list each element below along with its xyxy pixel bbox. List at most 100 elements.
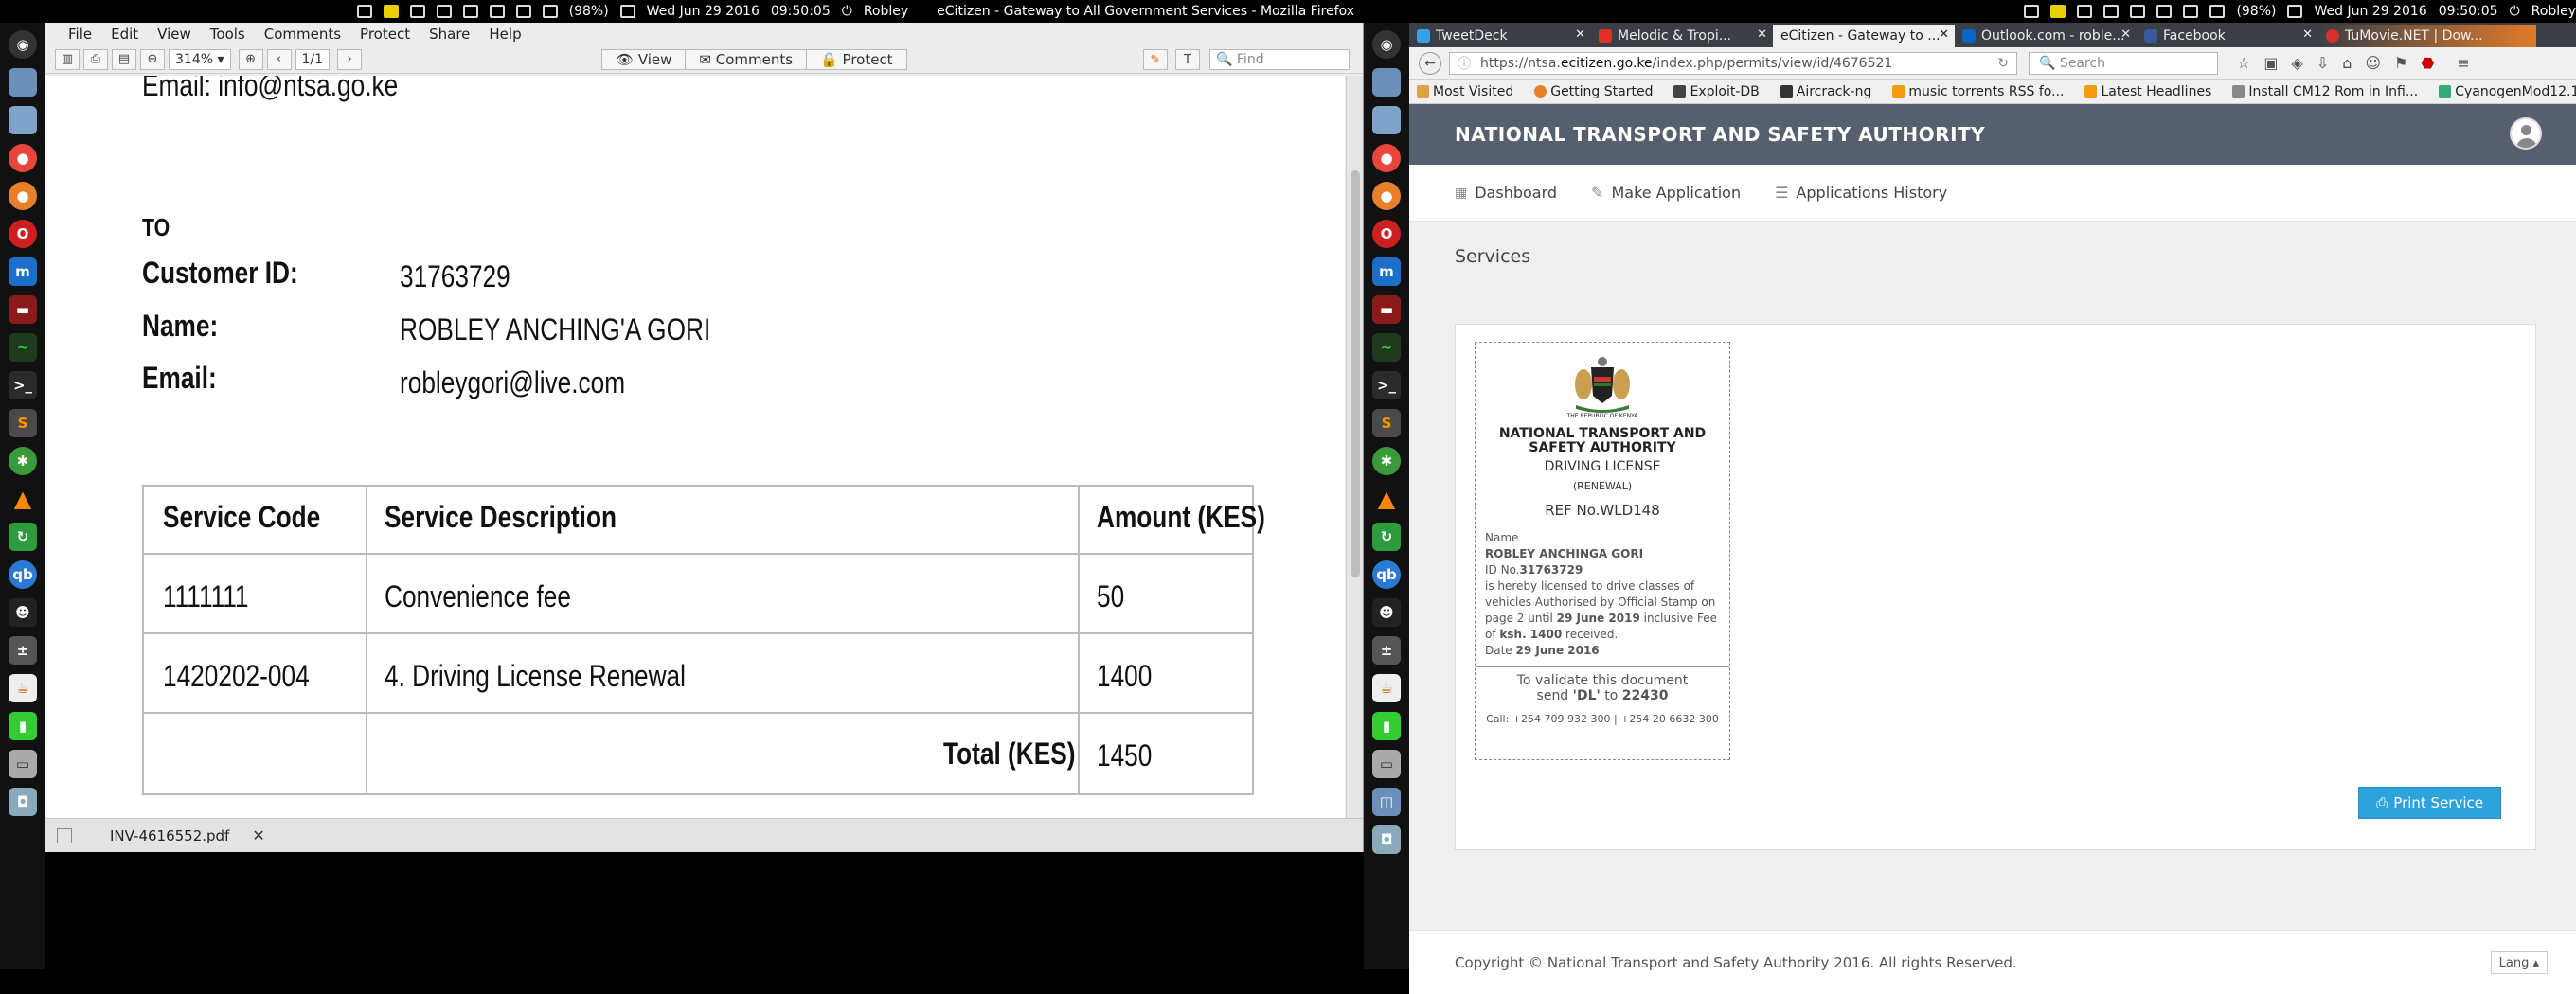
bluetooth-icon[interactable]: [2156, 5, 2172, 18]
screenshot-icon[interactable]: ◫: [1372, 788, 1401, 816]
site-info-icon[interactable]: ⓘ: [1458, 54, 1471, 73]
updater-icon[interactable]: ↻: [9, 523, 37, 551]
menu-file[interactable]: File: [59, 26, 101, 43]
system-tray-right[interactable]: (98%) Wed Jun 29 2016 09:50:05 ⏻ Robley: [2014, 4, 2576, 19]
close-icon[interactable]: ✕: [1757, 27, 1767, 42]
window-icon[interactable]: [463, 5, 478, 18]
menu-help[interactable]: Help: [479, 26, 530, 43]
battery-icon[interactable]: [2209, 5, 2225, 18]
qbittorrent-icon[interactable]: qb: [1372, 560, 1401, 589]
notes-icon[interactable]: [384, 5, 399, 18]
chrome-icon[interactable]: ●: [9, 144, 37, 172]
system-monitor-icon[interactable]: ~: [9, 333, 37, 362]
menu-edit[interactable]: Edit: [101, 26, 148, 43]
sublime-icon[interactable]: S: [1372, 409, 1401, 437]
updater-icon[interactable]: ↻: [1372, 523, 1401, 551]
ubuntu-logo-icon[interactable]: ◉: [1372, 30, 1401, 59]
robot-icon[interactable]: ◘: [1372, 825, 1401, 854]
zoom-out-icon[interactable]: ⊖: [140, 49, 165, 70]
vlc-icon[interactable]: ▲: [9, 485, 37, 513]
power-icon[interactable]: ⏻: [2510, 4, 2520, 19]
pocket-icon[interactable]: ◈: [2291, 54, 2302, 72]
window-icon[interactable]: [2130, 5, 2145, 18]
volume-icon[interactable]: [620, 5, 635, 18]
back-icon[interactable]: ←: [1419, 52, 1441, 75]
site-title[interactable]: NATIONAL TRANSPORT AND SAFETY AUTHORITY: [1455, 123, 1985, 146]
bell-icon[interactable]: [2183, 5, 2198, 18]
next-page-icon[interactable]: ›: [337, 49, 362, 70]
menu-comments[interactable]: Comments: [255, 26, 350, 43]
view-mode-button[interactable]: 👁 View: [602, 50, 686, 69]
sidebar-toggle-icon[interactable]: ▥: [55, 49, 80, 70]
system-tray-left[interactable]: (98%) Wed Jun 29 2016 09:50:05 ⏻ Robley …: [348, 4, 1354, 19]
menu-protect[interactable]: Protect: [350, 26, 420, 43]
bell-icon[interactable]: [516, 5, 531, 18]
panel-date[interactable]: Wed Jun 29 2016: [647, 4, 760, 19]
qbittorrent-icon[interactable]: qb: [9, 560, 37, 589]
menu-share[interactable]: Share: [420, 26, 479, 43]
url-bar[interactable]: ⓘ https://ntsa.ecitizen.go.ke/index.php/…: [1449, 52, 2017, 75]
zoom-in-icon[interactable]: ⊕: [239, 49, 263, 70]
protect-mode-button[interactable]: 🔒 Protect: [807, 50, 906, 69]
find-input[interactable]: 🔍 Find: [1209, 49, 1350, 70]
zoom-select[interactable]: 314% ▾: [169, 49, 231, 70]
calculator-icon[interactable]: ±: [9, 636, 37, 665]
download-icon[interactable]: ⇩: [2317, 54, 2329, 72]
opera-icon[interactable]: O: [1372, 220, 1401, 248]
files-icon[interactable]: [1372, 68, 1401, 97]
page-field[interactable]: 1/1: [295, 49, 331, 70]
bookmark-cyanogenmod[interactable]: CyanogenMod12.1 v3 St...: [2439, 84, 2576, 99]
comments-mode-button[interactable]: ✉ Comments: [686, 50, 807, 69]
adblock-icon[interactable]: ⬣: [2421, 54, 2434, 72]
java-icon[interactable]: ☕: [1372, 674, 1401, 702]
terminal-red-icon[interactable]: ▬: [1372, 295, 1401, 324]
tab-outlook[interactable]: Outlook.com - roble...✕: [1955, 25, 2137, 47]
print-icon[interactable]: ⎙: [83, 49, 108, 70]
system-monitor-icon[interactable]: ~: [1372, 333, 1401, 362]
text-format-icon[interactable]: T: [1175, 49, 1200, 70]
network-manager-icon[interactable]: ✱: [1372, 447, 1401, 475]
volume-icon[interactable]: [2287, 5, 2302, 18]
terminal-icon[interactable]: >_: [1372, 371, 1401, 399]
java-icon[interactable]: ☕: [9, 674, 37, 702]
tab-tumovie[interactable]: TuMovie.NET | Dow...: [2318, 25, 2536, 47]
usb-drive-icon[interactable]: ▭: [9, 750, 37, 778]
home-icon[interactable]: ⌂: [2342, 54, 2352, 72]
folder-icon[interactable]: [1372, 106, 1401, 134]
sublime-icon[interactable]: S: [9, 409, 37, 437]
menu-view[interactable]: View: [148, 26, 201, 43]
calculator-icon[interactable]: ±: [1372, 636, 1401, 665]
highlight-icon[interactable]: ✎: [1143, 49, 1168, 70]
pdf-tab-filename[interactable]: INV-4616552.pdf: [110, 827, 229, 844]
bookmark-getting-started[interactable]: Getting Started: [1534, 84, 1653, 99]
clipboard-icon[interactable]: [357, 5, 372, 18]
close-icon[interactable]: ✕: [2302, 27, 2313, 42]
prev-page-icon[interactable]: ‹: [267, 49, 292, 70]
cat-app-icon[interactable]: ☻: [1372, 598, 1401, 627]
search-input[interactable]: 🔍 Search: [2029, 52, 2218, 75]
maxthon-icon[interactable]: m: [9, 257, 37, 286]
maxthon-icon[interactable]: m: [1372, 257, 1401, 286]
close-tab-icon[interactable]: ✕: [252, 826, 264, 844]
ubuntu-logo-icon[interactable]: ◉: [9, 30, 37, 59]
opera-icon[interactable]: O: [9, 220, 37, 248]
firefox-icon[interactable]: ●: [1372, 182, 1401, 210]
robot-icon[interactable]: ◘: [9, 788, 37, 816]
network-manager-icon[interactable]: ✱: [9, 447, 37, 475]
tab-ecitizen[interactable]: eCitizen - Gateway to ...✕: [1773, 25, 1955, 47]
files-icon[interactable]: [9, 68, 37, 97]
usb-drive-icon[interactable]: ▭: [1372, 750, 1401, 778]
avatar[interactable]: [2510, 117, 2542, 150]
nav-make-application[interactable]: ✎Make Application: [1591, 184, 1741, 202]
bookmark-exploit-db[interactable]: Exploit-DB: [1673, 84, 1759, 99]
panel-date[interactable]: Wed Jun 29 2016: [2314, 4, 2426, 19]
reload-icon[interactable]: ↻: [1997, 56, 2009, 71]
battery-icon[interactable]: [543, 5, 558, 18]
chrome-icon[interactable]: ●: [1372, 144, 1401, 172]
power-icon[interactable]: ⏻: [842, 4, 852, 19]
bookmark-most-visited[interactable]: Most Visited: [1417, 84, 1513, 99]
hamburger-menu-icon[interactable]: ≡: [2457, 54, 2469, 72]
nav-applications-history[interactable]: ☰Applications History: [1775, 184, 1947, 202]
bookmark-music-torrents[interactable]: music torrents RSS fo...: [1892, 84, 2064, 99]
bookmark-latest-headlines[interactable]: Latest Headlines: [2084, 84, 2211, 99]
